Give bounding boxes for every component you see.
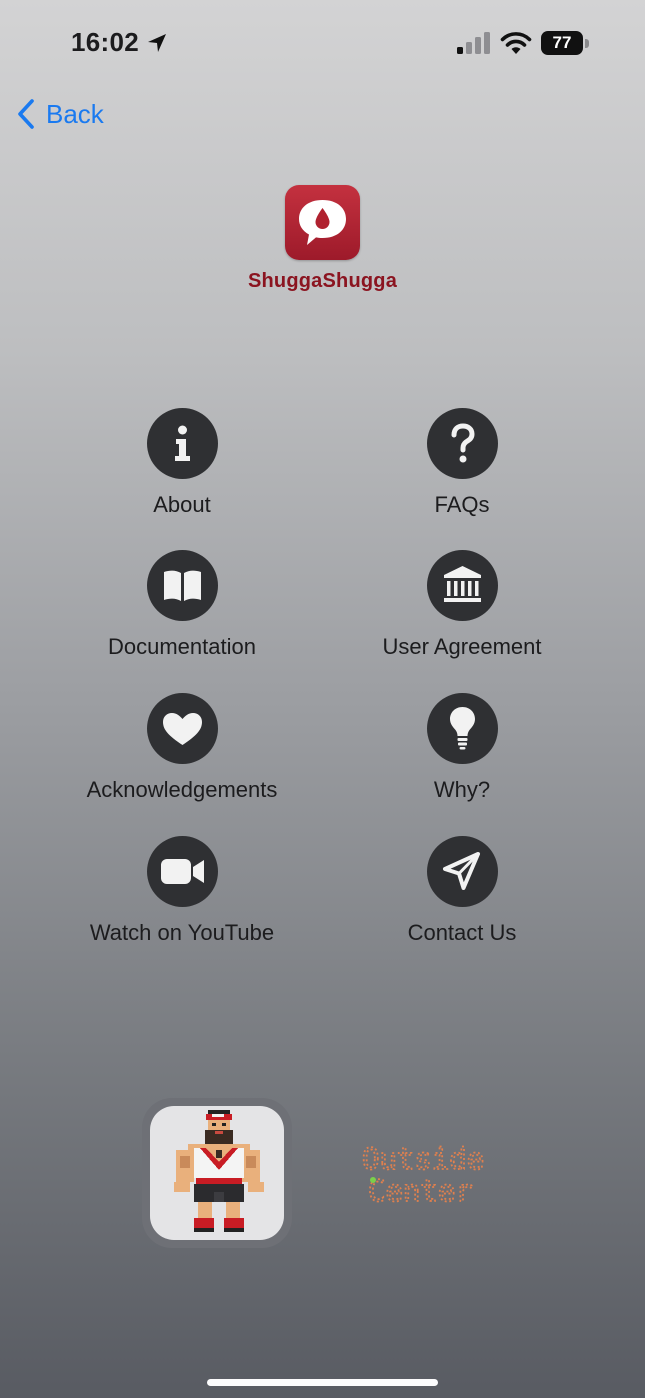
outside-center-wordmark: Outside Center xyxy=(361,1141,485,1209)
menu-circle xyxy=(427,836,498,907)
svg-text:Center: Center xyxy=(368,1174,473,1208)
menu-circle xyxy=(427,693,498,764)
menu-circle xyxy=(427,408,498,479)
question-mark-icon xyxy=(451,423,475,463)
chevron-left-icon xyxy=(18,99,34,129)
info-icon xyxy=(175,425,190,461)
book-icon xyxy=(164,570,201,601)
menu-label-user-agreement: User Agreement xyxy=(382,634,542,659)
back-button[interactable]: Back xyxy=(16,96,104,132)
outside-center-logo[interactable]: Outside Center Outside Center xyxy=(358,1135,498,1210)
menu-item-documentation[interactable]: Documentation xyxy=(52,550,312,670)
menu-circle xyxy=(147,408,218,479)
menu-label-about: About xyxy=(153,492,211,517)
menu-item-contact-us[interactable]: Contact Us xyxy=(332,836,592,956)
svg-text:Outside: Outside xyxy=(362,1142,484,1176)
lightbulb-icon xyxy=(450,707,475,750)
location-arrow-icon xyxy=(148,34,166,52)
home-indicator[interactable] xyxy=(207,1379,438,1386)
menu-item-why[interactable]: Why? xyxy=(332,693,592,813)
status-time: 16:02 xyxy=(71,27,139,57)
building-columns-icon xyxy=(444,566,481,602)
menu-circle xyxy=(147,693,218,764)
menu-label-why: Why? xyxy=(433,777,491,802)
menu-label-watch-youtube: Watch on YouTube xyxy=(89,920,275,945)
battery-tip xyxy=(585,39,589,48)
pixel-strongman-icon xyxy=(174,1110,264,1232)
menu-label-documentation: Documentation xyxy=(108,634,256,659)
menu-circle xyxy=(147,836,218,907)
app-name: ShuggaShugga xyxy=(247,270,398,292)
battery-level: 77 xyxy=(552,33,572,52)
mascot-tile-inner xyxy=(150,1106,284,1240)
menu-item-watch-youtube[interactable]: Watch on YouTube xyxy=(52,836,312,956)
cellular-signal-icon xyxy=(457,32,490,54)
status-bar: 16:02 77 xyxy=(0,0,645,90)
menu-item-about[interactable]: About xyxy=(52,408,312,528)
paper-plane-icon xyxy=(443,852,480,890)
video-camera-icon xyxy=(161,859,204,884)
battery-icon: 77 xyxy=(541,31,589,55)
heart-icon xyxy=(163,713,202,745)
menu-label-acknowledgements: Acknowledgements xyxy=(86,777,278,802)
menu-circle xyxy=(147,550,218,621)
mascot-app-tile[interactable] xyxy=(142,1098,292,1248)
back-label: Back xyxy=(46,98,104,129)
menu-label-faqs: FAQs xyxy=(434,492,490,517)
menu-item-faqs[interactable]: FAQs xyxy=(332,408,592,528)
app-logo xyxy=(285,185,360,260)
wifi-icon xyxy=(500,32,532,54)
speech-bubble-drop-icon xyxy=(299,200,346,245)
menu-item-acknowledgements[interactable]: Acknowledgements xyxy=(52,693,312,813)
menu-circle xyxy=(427,550,498,621)
menu-item-user-agreement[interactable]: User Agreement xyxy=(332,550,592,670)
menu-label-contact-us: Contact Us xyxy=(407,920,517,945)
